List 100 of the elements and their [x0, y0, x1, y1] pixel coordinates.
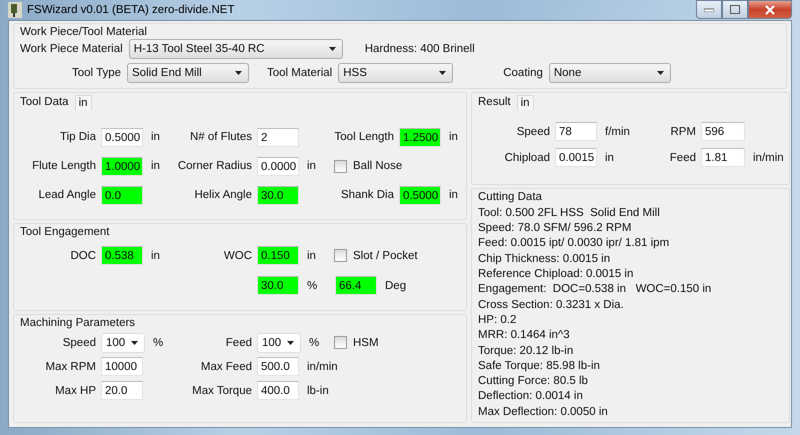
field-label: Feed — [668, 152, 697, 164]
field-label: Shank Dia — [340, 189, 395, 202]
data-line: Chip Thickness: 0.0015 in — [478, 252, 612, 267]
input-field[interactable]: 1.2500 — [399, 128, 441, 147]
field-label: Coating — [503, 66, 543, 79]
field-label: Tip Dia — [59, 131, 97, 144]
field-label: Tool Type — [72, 66, 122, 79]
caret-icon — [131, 340, 138, 345]
input-field[interactable]: 0.150 — [257, 246, 299, 266]
unit-label: in — [151, 160, 160, 172]
input-field[interactable]: 0.5000 — [399, 186, 441, 205]
caret-icon — [235, 70, 242, 75]
input-field[interactable]: 66.4 — [335, 276, 377, 296]
unit-label: in — [605, 152, 614, 164]
unit-label: in — [151, 250, 160, 262]
caret-icon — [656, 70, 664, 75]
input-field[interactable]: 0.0015 — [555, 148, 597, 168]
data-line: MRR: 0.1464 in^3 — [478, 328, 571, 344]
field-label: Max RPM — [44, 360, 97, 373]
input-field[interactable]: 78 — [555, 122, 597, 142]
unit-label: in/min — [753, 152, 784, 164]
percent-dropdown[interactable]: 100 — [101, 332, 145, 353]
checkbox[interactable] — [334, 336, 347, 350]
data-line: Tool: 0.500 2FL HSS Solid End Mill — [478, 206, 661, 221]
unit-label: % — [309, 336, 320, 349]
field-label: DOC — [69, 250, 97, 262]
field-label: Work Piece Material — [20, 42, 123, 55]
close-button[interactable] — [748, 0, 792, 19]
input-field[interactable]: 0.0 — [101, 186, 143, 205]
maximize-button[interactable] — [722, 0, 748, 19]
unit-label: f/min — [605, 126, 630, 138]
material-dropdown[interactable]: H-13 Tool Steel 35-40 RC — [128, 38, 343, 59]
input-field[interactable]: 0.5000 — [101, 128, 143, 147]
data-line: Safe Torque: 85.98 lb-in — [478, 358, 601, 374]
field-label: Corner Radius — [176, 160, 253, 172]
input-field[interactable]: 500.0 — [257, 357, 299, 376]
checkbox-label: Slot / Pocket — [353, 250, 418, 262]
section-title: Tool Data — [20, 96, 69, 108]
window-title: FSWizard v0.01 (BETA) zero-divide.NET — [27, 4, 234, 16]
minimize-button[interactable] — [696, 0, 722, 19]
coating-dropdown[interactable]: None — [548, 62, 671, 83]
field-label: Max HP — [54, 384, 97, 397]
input-field[interactable]: 1.81 — [701, 148, 745, 168]
field-label: N# of Flutes — [189, 131, 253, 144]
data-line: Torque: 20.12 lb-in — [478, 344, 574, 359]
field-label: Helix Angle — [193, 189, 253, 202]
input-field[interactable]: 400.0 — [257, 381, 299, 400]
input-field[interactable]: 1.0000 — [101, 156, 143, 176]
field-label: WOC — [222, 250, 253, 262]
input-field[interactable]: 2 — [257, 128, 299, 147]
input-field[interactable]: 596 — [701, 122, 745, 142]
unit-tab[interactable]: in — [516, 94, 534, 110]
app-icon — [8, 2, 22, 18]
unit-tab[interactable]: in — [74, 94, 92, 110]
data-line: Feed: 0.0015 ipt/ 0.0030 ipr/ 1.81 ipm — [478, 236, 670, 252]
data-line: Engagement: DOC=0.538 in WOC=0.150 in — [478, 282, 712, 298]
unit-label: Deg — [385, 280, 406, 292]
field-label: Tool Length — [334, 131, 395, 144]
data-line: Speed: 78.0 SFM/ 596.2 RPM — [478, 221, 632, 236]
caret-icon — [328, 46, 336, 51]
field-label: Flute Length — [31, 160, 97, 172]
input-field[interactable]: 20.0 — [101, 381, 143, 400]
close-icon — [764, 4, 776, 14]
unit-label: % — [307, 280, 318, 292]
field-label: Tool Material — [267, 66, 332, 79]
input-field[interactable]: 30.0 — [257, 186, 299, 205]
tool-type-dropdown[interactable]: Solid End Mill — [127, 62, 250, 83]
field-label: Chipload — [504, 152, 551, 164]
unit-label: in — [307, 250, 316, 262]
unit-label: % — [153, 336, 164, 349]
section-title: Work Piece/Tool Material — [20, 26, 147, 38]
caret-icon — [287, 340, 294, 345]
field-label: Speed — [62, 336, 97, 349]
field-label: Speed — [516, 126, 551, 138]
input-field[interactable]: 0.0000 — [257, 156, 299, 176]
checkbox-label: HSM — [353, 336, 379, 349]
unit-label: lb-in — [307, 384, 329, 397]
field-label: RPM — [669, 126, 697, 138]
data-line: Cross Section: 0.3231 x Dia. — [478, 298, 625, 313]
checkbox[interactable] — [334, 249, 347, 262]
unit-label: in — [449, 189, 458, 202]
data-line: Reference Chipload: 0.0015 in — [478, 267, 634, 282]
input-field[interactable]: 10000 — [101, 357, 143, 376]
caret-icon — [439, 70, 446, 75]
unit-label: in — [151, 131, 160, 144]
tool-material-dropdown[interactable]: HSS — [338, 62, 454, 83]
input-field[interactable]: 0.538 — [101, 246, 143, 266]
field-label: Feed — [224, 336, 253, 349]
data-line: HP: 0.2 — [478, 312, 518, 328]
maximize-icon — [730, 5, 740, 14]
unit-label: in/min — [307, 360, 338, 373]
checkbox[interactable] — [334, 160, 347, 173]
data-line: Cutting Force: 80.5 lb — [478, 374, 589, 390]
section-title: Result — [478, 96, 511, 108]
field-label: Max Torque — [191, 384, 253, 397]
input-field[interactable]: 30.0 — [257, 276, 299, 296]
data-line: Max Deflection: 0.0050 in — [478, 404, 609, 420]
percent-dropdown[interactable]: 100 — [257, 332, 301, 353]
section-title: Tool Engagement — [20, 226, 110, 238]
data-line: Deflection: 0.0014 in — [478, 389, 584, 404]
